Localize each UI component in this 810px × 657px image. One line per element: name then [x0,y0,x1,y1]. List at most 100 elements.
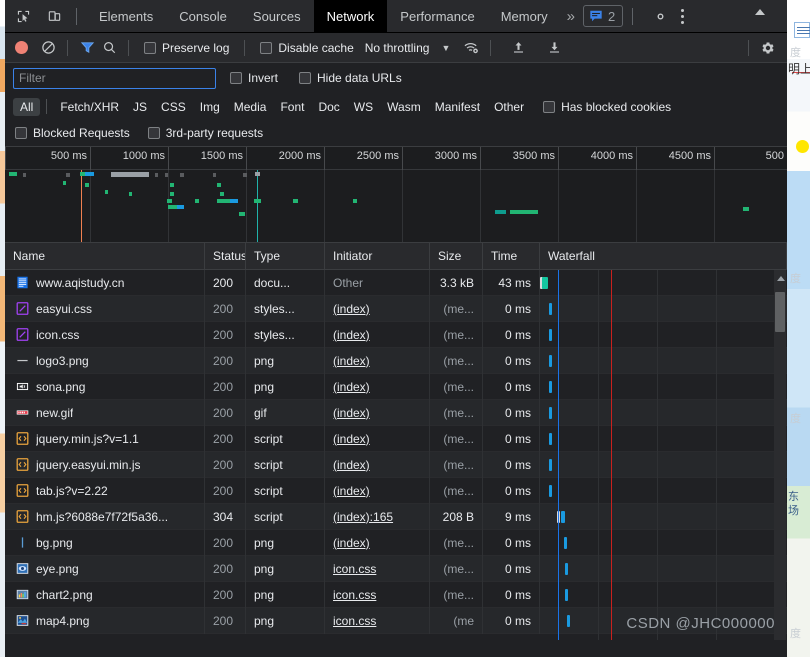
cell-waterfall[interactable] [540,322,787,348]
type-filter-all[interactable]: All [13,97,41,116]
sort-ascending-icon[interactable] [755,9,765,15]
cell-name[interactable]: eye.png [5,555,205,582]
cell-initiator[interactable]: (index) [325,399,430,426]
table-row[interactable]: jquery.min.js?v=1.1 200 script (index) (me..… [5,425,787,452]
filter-icon[interactable] [76,37,98,59]
cell-waterfall[interactable] [540,270,787,296]
cell-waterfall[interactable] [540,582,787,608]
cell-name[interactable]: bg.png [5,529,205,556]
column-header-time[interactable]: Time [483,242,540,270]
has-blocked-cookies-checkbox[interactable]: Has blocked cookies [543,100,671,114]
throttling-select[interactable]: No throttling [365,41,430,55]
tab-console[interactable]: Console [166,0,240,33]
table-row[interactable]: bg.png 200 png (index) (me... 0 ms [5,529,787,556]
disable-cache-checkbox[interactable]: Disable cache [260,41,354,55]
cell-initiator[interactable]: (index) [325,529,430,556]
device-toolbar-icon[interactable] [41,3,67,29]
request-table-body[interactable]: www.aqistudy.cn 200 docu... Other 3.3 kB 43 m… [5,270,787,640]
table-row[interactable]: jquery.easyui.min.js 200 script (index) (me.… [5,451,787,478]
scroll-up-arrow-icon[interactable] [777,276,785,281]
table-scrollbar[interactable] [774,270,786,640]
tab-network[interactable]: Network [313,0,388,33]
export-har-icon[interactable] [543,37,565,59]
type-filter-img[interactable]: Img [193,98,227,116]
type-filter-font[interactable]: Font [273,98,311,116]
cell-waterfall[interactable] [540,426,787,452]
import-har-icon[interactable] [507,37,529,59]
cell-initiator[interactable]: (index) [325,321,430,348]
cell-waterfall[interactable] [540,504,787,530]
type-filter-media[interactable]: Media [227,98,274,116]
table-row[interactable]: www.aqistudy.cn 200 docu... Other 3.3 kB 43 m… [5,270,787,296]
cell-waterfall[interactable] [540,478,787,504]
network-conditions-icon[interactable] [460,37,482,59]
column-header-status[interactable]: Status [205,242,246,270]
table-row[interactable]: logo3.png 200 png (index) (me... 0 ms [5,347,787,374]
cell-waterfall[interactable] [540,296,787,322]
cell-initiator[interactable]: (index):165 [325,503,430,530]
network-overview[interactable]: 500 ms 1000 ms 1500 ms 2000 ms 2500 ms 3… [5,147,787,243]
cell-initiator[interactable]: (index) [325,451,430,478]
table-row[interactable]: chart2.png 200 png icon.css (me... 0 ms [5,581,787,608]
column-header-waterfall[interactable]: Waterfall [540,242,787,270]
invert-checkbox[interactable]: Invert [230,71,278,85]
cell-name[interactable]: map4.png [5,607,205,634]
type-filter-css[interactable]: CSS [154,98,193,116]
column-header-type[interactable]: Type [246,242,325,270]
cell-initiator[interactable]: (index) [325,425,430,452]
cell-name[interactable]: easyui.css [5,295,205,322]
table-row[interactable]: hm.js?6088e7f72f5a36... 304 script (index):… [5,503,787,530]
network-settings-gear-icon[interactable] [757,37,779,59]
tab-memory[interactable]: Memory [488,0,561,33]
chevron-down-icon[interactable]: ▼ [441,43,450,53]
cell-waterfall[interactable] [540,374,787,400]
search-icon[interactable] [98,37,120,59]
type-filter-js[interactable]: JS [126,98,154,116]
cell-waterfall[interactable] [540,530,787,556]
column-header-initiator[interactable]: Initiator [325,242,430,270]
blocked-requests-checkbox[interactable]: Blocked Requests [15,126,130,140]
cell-waterfall[interactable] [540,348,787,374]
table-row[interactable]: easyui.css 200 styles... (index) (me... 0 ms [5,295,787,322]
preserve-log-checkbox[interactable]: Preserve log [144,41,229,55]
type-filter-wasm[interactable]: Wasm [380,98,428,116]
issues-badge[interactable]: 2 [583,5,624,27]
cell-initiator[interactable]: (index) [325,373,430,400]
settings-gear-icon[interactable] [647,3,673,29]
tab-sources[interactable]: Sources [240,0,314,33]
cell-initiator[interactable]: icon.css [325,581,430,608]
cell-name[interactable]: jquery.min.js?v=1.1 [5,425,205,452]
table-row[interactable]: tab.js?v=2.22 200 script (index) (me... 0 ms [5,477,787,504]
table-row[interactable]: icon.css 200 styles... (index) (me... 0 ms [5,321,787,348]
column-header-name[interactable]: Name [5,242,205,270]
cell-name[interactable]: sona.png [5,373,205,400]
filter-input[interactable]: Filter [13,67,216,89]
type-filter-other[interactable]: Other [487,98,531,116]
third-party-requests-checkbox[interactable]: 3rd-party requests [147,126,263,140]
record-button[interactable] [15,41,28,54]
cell-initiator[interactable]: (index) [325,477,430,504]
cell-name[interactable]: chart2.png [5,581,205,608]
cell-initiator[interactable]: icon.css [325,555,430,582]
tab-performance[interactable]: Performance [387,0,487,33]
table-row[interactable]: sona.png 200 png (index) (me... 0 ms [5,373,787,400]
cell-name[interactable]: jquery.easyui.min.js [5,451,205,478]
cell-initiator[interactable]: (index) [325,347,430,374]
cell-name[interactable]: tab.js?v=2.22 [5,477,205,504]
type-filter-ws[interactable]: WS [347,98,380,116]
clear-button[interactable] [37,37,59,59]
more-tabs-icon[interactable]: » [561,8,581,25]
cell-name[interactable]: icon.css [5,321,205,348]
cell-name[interactable]: new.gif [5,399,205,426]
type-filter-manifest[interactable]: Manifest [428,98,487,116]
cell-waterfall[interactable] [540,400,787,426]
hide-data-urls-checkbox[interactable]: Hide data URLs [299,71,402,85]
cell-waterfall[interactable] [540,556,787,582]
more-options-icon[interactable] [673,8,696,24]
cell-name[interactable]: hm.js?6088e7f72f5a36... [5,503,205,530]
table-row[interactable]: new.gif 200 gif (index) (me... 0 ms [5,399,787,426]
cell-initiator[interactable]: (index) [325,295,430,322]
inspect-element-icon[interactable] [10,3,36,29]
scrollbar-thumb[interactable] [775,292,785,332]
cell-name[interactable]: www.aqistudy.cn [5,270,205,296]
